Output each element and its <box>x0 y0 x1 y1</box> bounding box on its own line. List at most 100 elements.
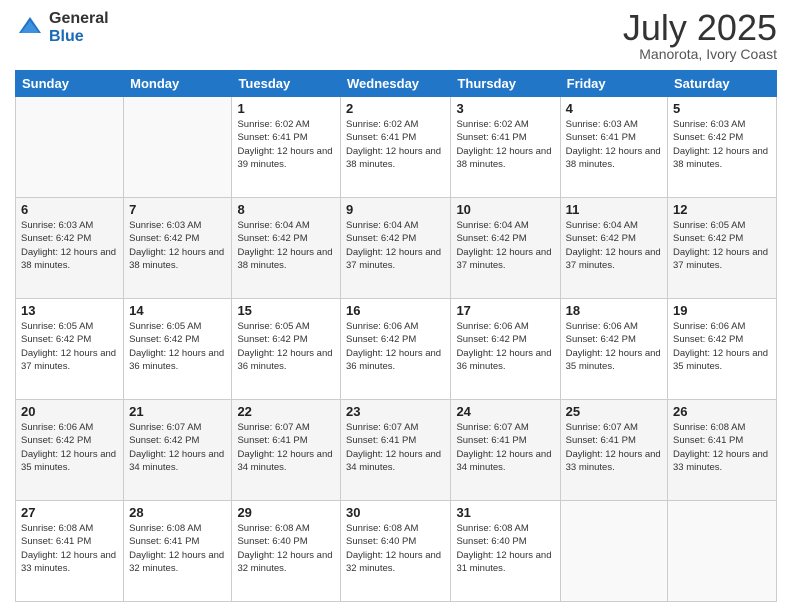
col-wednesday: Wednesday <box>341 71 451 97</box>
day-info: Sunrise: 6:05 AMSunset: 6:42 PMDaylight:… <box>129 320 226 373</box>
day-number: 21 <box>129 404 226 419</box>
day-info: Sunrise: 6:06 AMSunset: 6:42 PMDaylight:… <box>566 320 662 373</box>
page: General Blue July 2025 Manorota, Ivory C… <box>0 0 792 612</box>
day-number: 25 <box>566 404 662 419</box>
calendar-cell: 27 Sunrise: 6:08 AMSunset: 6:41 PMDayligh… <box>16 501 124 602</box>
col-sunday: Sunday <box>16 71 124 97</box>
calendar-cell <box>668 501 777 602</box>
day-info: Sunrise: 6:03 AMSunset: 6:42 PMDaylight:… <box>21 219 118 272</box>
calendar-cell: 28Sunrise: 6:08 AMSunset: 6:41 PMDayligh… <box>124 501 232 602</box>
day-number: 1 <box>237 101 335 116</box>
calendar-cell: 7 Sunrise: 6:03 AMSunset: 6:42 PMDaylight… <box>124 198 232 299</box>
day-number: 27 <box>21 505 118 520</box>
day-info: Sunrise: 6:06 AMSunset: 6:42 PMDaylight:… <box>346 320 445 373</box>
day-info: Sunrise: 6:03 AMSunset: 6:42 PMDaylight:… <box>673 118 771 171</box>
calendar-cell <box>16 97 124 198</box>
calendar-cell: 4 Sunrise: 6:03 AMSunset: 6:41 PMDaylight… <box>560 97 667 198</box>
calendar-cell: 31 Sunrise: 6:08 AMSunset: 6:40 PMDayligh… <box>451 501 560 602</box>
day-info: Sunrise: 6:05 AMSunset: 6:42 PMDaylight:… <box>673 219 771 272</box>
day-number: 19 <box>673 303 771 318</box>
day-number: 24 <box>456 404 554 419</box>
week-row-4: 20 Sunrise: 6:06 AMSunset: 6:42 PMDayligh… <box>16 400 777 501</box>
day-number: 2 <box>346 101 445 116</box>
calendar-cell: 19 Sunrise: 6:06 AMSunset: 6:42 PMDayligh… <box>668 299 777 400</box>
calendar-cell: 1 Sunrise: 6:02 AMSunset: 6:41 PMDaylight… <box>232 97 341 198</box>
logo: General Blue <box>15 10 109 45</box>
calendar-cell: 29Sunrise: 6:08 AMSunset: 6:40 PMDayligh… <box>232 501 341 602</box>
calendar-cell: 10 Sunrise: 6:04 AMSunset: 6:42 PMDayligh… <box>451 198 560 299</box>
day-number: 22 <box>237 404 335 419</box>
title-block: July 2025 Manorota, Ivory Coast <box>623 10 777 62</box>
calendar-cell: 23Sunrise: 6:07 AMSunset: 6:41 PMDayligh… <box>341 400 451 501</box>
day-info: Sunrise: 6:07 AMSunset: 6:41 PMDaylight:… <box>456 421 554 474</box>
calendar-cell: 20 Sunrise: 6:06 AMSunset: 6:42 PMDayligh… <box>16 400 124 501</box>
logo-general-text: General <box>49 10 109 28</box>
day-info: Sunrise: 6:04 AMSunset: 6:42 PMDaylight:… <box>566 219 662 272</box>
day-number: 30 <box>346 505 445 520</box>
day-info: Sunrise: 6:08 AMSunset: 6:41 PMDaylight:… <box>21 522 118 575</box>
day-number: 13 <box>21 303 118 318</box>
day-number: 3 <box>456 101 554 116</box>
day-number: 20 <box>21 404 118 419</box>
day-number: 16 <box>346 303 445 318</box>
day-info: Sunrise: 6:05 AMSunset: 6:42 PMDaylight:… <box>21 320 118 373</box>
day-number: 11 <box>566 202 662 217</box>
day-info: Sunrise: 6:06 AMSunset: 6:42 PMDaylight:… <box>673 320 771 373</box>
calendar-cell: 9Sunrise: 6:04 AMSunset: 6:42 PMDaylight… <box>341 198 451 299</box>
day-info: Sunrise: 6:04 AMSunset: 6:42 PMDaylight:… <box>456 219 554 272</box>
logo-blue-text: Blue <box>49 28 109 46</box>
calendar-cell: 5 Sunrise: 6:03 AMSunset: 6:42 PMDaylight… <box>668 97 777 198</box>
week-row-1: 1 Sunrise: 6:02 AMSunset: 6:41 PMDaylight… <box>16 97 777 198</box>
calendar-cell: 13 Sunrise: 6:05 AMSunset: 6:42 PMDayligh… <box>16 299 124 400</box>
calendar-cell: 6 Sunrise: 6:03 AMSunset: 6:42 PMDaylight… <box>16 198 124 299</box>
calendar-cell: 2 Sunrise: 6:02 AMSunset: 6:41 PMDaylight… <box>341 97 451 198</box>
day-info: Sunrise: 6:04 AMSunset: 6:42 PMDaylight:… <box>346 219 445 272</box>
calendar-cell: 17 Sunrise: 6:06 AMSunset: 6:42 PMDayligh… <box>451 299 560 400</box>
day-number: 7 <box>129 202 226 217</box>
day-number: 31 <box>456 505 554 520</box>
day-number: 10 <box>456 202 554 217</box>
day-number: 18 <box>566 303 662 318</box>
day-info: Sunrise: 6:07 AMSunset: 6:41 PMDaylight:… <box>566 421 662 474</box>
calendar-cell <box>560 501 667 602</box>
calendar-cell: 25 Sunrise: 6:07 AMSunset: 6:41 PMDayligh… <box>560 400 667 501</box>
day-info: Sunrise: 6:07 AMSunset: 6:41 PMDaylight:… <box>346 421 445 474</box>
day-number: 26 <box>673 404 771 419</box>
day-number: 17 <box>456 303 554 318</box>
calendar-cell: 3 Sunrise: 6:02 AMSunset: 6:41 PMDaylight… <box>451 97 560 198</box>
day-number: 15 <box>237 303 335 318</box>
calendar-cell: 18 Sunrise: 6:06 AMSunset: 6:42 PMDayligh… <box>560 299 667 400</box>
day-info: Sunrise: 6:02 AMSunset: 6:41 PMDaylight:… <box>456 118 554 171</box>
day-info: Sunrise: 6:08 AMSunset: 6:40 PMDaylight:… <box>346 522 445 575</box>
day-info: Sunrise: 6:08 AMSunset: 6:40 PMDaylight:… <box>456 522 554 575</box>
calendar-cell: 16 Sunrise: 6:06 AMSunset: 6:42 PMDayligh… <box>341 299 451 400</box>
week-row-2: 6 Sunrise: 6:03 AMSunset: 6:42 PMDaylight… <box>16 198 777 299</box>
day-info: Sunrise: 6:03 AMSunset: 6:42 PMDaylight:… <box>129 219 226 272</box>
calendar-cell: 15Sunrise: 6:05 AMSunset: 6:42 PMDayligh… <box>232 299 341 400</box>
day-info: Sunrise: 6:03 AMSunset: 6:41 PMDaylight:… <box>566 118 662 171</box>
day-number: 4 <box>566 101 662 116</box>
day-info: Sunrise: 6:02 AMSunset: 6:41 PMDaylight:… <box>346 118 445 171</box>
day-info: Sunrise: 6:06 AMSunset: 6:42 PMDaylight:… <box>21 421 118 474</box>
day-info: Sunrise: 6:02 AMSunset: 6:41 PMDaylight:… <box>237 118 335 171</box>
day-number: 12 <box>673 202 771 217</box>
logo-icon <box>15 13 45 43</box>
day-number: 5 <box>673 101 771 116</box>
day-info: Sunrise: 6:07 AMSunset: 6:42 PMDaylight:… <box>129 421 226 474</box>
day-number: 8 <box>237 202 335 217</box>
calendar-cell: 26 Sunrise: 6:08 AMSunset: 6:41 PMDayligh… <box>668 400 777 501</box>
day-number: 14 <box>129 303 226 318</box>
header: General Blue July 2025 Manorota, Ivory C… <box>15 10 777 62</box>
day-info: Sunrise: 6:06 AMSunset: 6:42 PMDaylight:… <box>456 320 554 373</box>
day-info: Sunrise: 6:08 AMSunset: 6:41 PMDaylight:… <box>673 421 771 474</box>
day-info: Sunrise: 6:07 AMSunset: 6:41 PMDaylight:… <box>237 421 335 474</box>
month-title: July 2025 <box>623 10 777 46</box>
day-info: Sunrise: 6:08 AMSunset: 6:41 PMDaylight:… <box>129 522 226 575</box>
day-number: 6 <box>21 202 118 217</box>
week-row-5: 27 Sunrise: 6:08 AMSunset: 6:41 PMDayligh… <box>16 501 777 602</box>
day-number: 29 <box>237 505 335 520</box>
calendar-cell: 11 Sunrise: 6:04 AMSunset: 6:42 PMDayligh… <box>560 198 667 299</box>
header-row: Sunday Monday Tuesday Wednesday Thursday… <box>16 71 777 97</box>
week-row-3: 13 Sunrise: 6:05 AMSunset: 6:42 PMDayligh… <box>16 299 777 400</box>
calendar-cell: 24 Sunrise: 6:07 AMSunset: 6:41 PMDayligh… <box>451 400 560 501</box>
